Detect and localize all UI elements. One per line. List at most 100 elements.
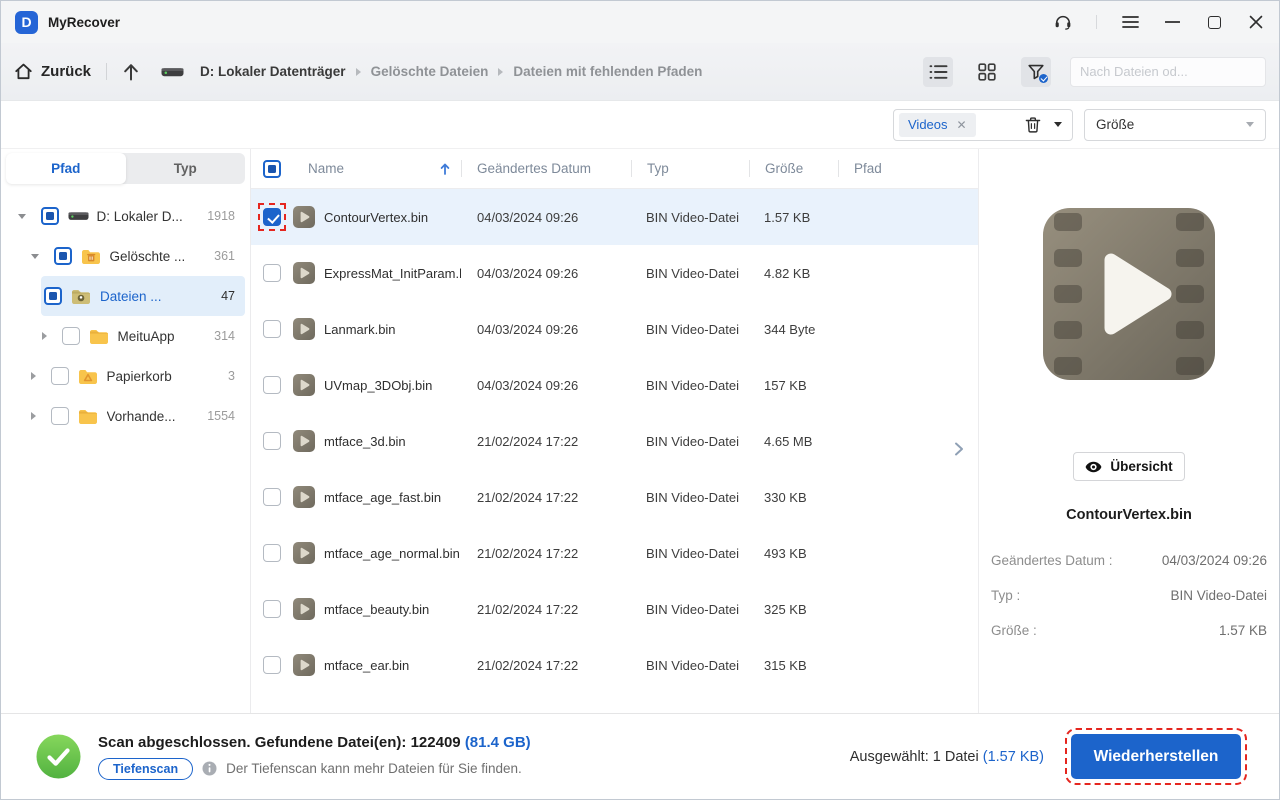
tree-checkbox[interactable] — [41, 207, 59, 225]
row-checkbox[interactable] — [263, 208, 281, 226]
table-row[interactable]: mtface_3d.bin 21/02/2024 17:22 BIN Video… — [251, 413, 978, 469]
back-button[interactable]: Zurück — [14, 62, 91, 81]
row-checkbox[interactable] — [263, 376, 281, 394]
chevron-down-icon[interactable] — [1054, 122, 1062, 127]
tab-pfad[interactable]: Pfad — [6, 153, 126, 184]
row-checkbox[interactable] — [263, 264, 281, 282]
remove-tag-icon[interactable]: ✕ — [957, 118, 967, 132]
tree-item[interactable]: Vorhande... 1554 — [6, 396, 245, 436]
deep-scan-hint: Der Tiefenscan kann mehr Dateien für Sie… — [226, 761, 522, 776]
tree-item-label: Papierkorb — [107, 369, 172, 384]
maximize-icon[interactable] — [1205, 13, 1223, 31]
tree-expand-arrow-icon[interactable] — [31, 412, 36, 420]
table-row[interactable]: Lanmark.bin 04/03/2024 09:26 BIN Video-D… — [251, 301, 978, 357]
tree-expand-arrow-icon[interactable] — [18, 214, 26, 219]
table-row[interactable]: mtface_beauty.bin 21/02/2024 17:22 BIN V… — [251, 581, 978, 637]
video-file-icon — [293, 262, 315, 284]
grid-view-button[interactable] — [972, 57, 1002, 87]
preview-collapse-toggle[interactable] — [950, 439, 968, 459]
column-header-type[interactable]: Typ — [631, 149, 749, 188]
file-type: BIN Video-Datei — [631, 210, 749, 225]
size-filter-select[interactable]: Größe — [1084, 109, 1266, 141]
row-checkbox[interactable] — [263, 544, 281, 562]
row-checkbox[interactable] — [263, 432, 281, 450]
column-header-size[interactable]: Größe — [749, 149, 838, 188]
status-bar: Scan abgeschlossen. Gefundene Datei(en):… — [1, 713, 1279, 799]
select-all-checkbox[interactable] — [263, 160, 281, 178]
up-level-button[interactable] — [122, 62, 140, 82]
file-size: 315 KB — [749, 658, 838, 673]
breadcrumb-segment[interactable]: Gelöschte Dateien — [371, 64, 489, 79]
sidebar-tabs: Pfad Typ — [6, 153, 245, 184]
file-table: Name Geändertes Datum Typ Größe Pfad Con… — [251, 149, 978, 713]
table-row[interactable]: mtface_age_fast.bin 21/02/2024 17:22 BIN… — [251, 469, 978, 525]
tree-checkbox[interactable] — [54, 247, 72, 265]
breadcrumb-chevron-icon — [356, 68, 361, 76]
grid-view-icon — [978, 63, 996, 81]
deep-scan-button[interactable]: Tiefenscan — [98, 758, 193, 780]
table-row[interactable]: mtface_ear.bin 21/02/2024 17:22 BIN Vide… — [251, 637, 978, 693]
menu-icon[interactable] — [1121, 13, 1139, 31]
file-size: 493 KB — [749, 546, 838, 561]
filter-button[interactable] — [1021, 57, 1051, 87]
preview-filename: ContourVertex.bin — [979, 507, 1279, 523]
row-checkbox[interactable] — [263, 656, 281, 674]
tree-node-icon — [71, 287, 92, 305]
preview-detail-row: Geändertes Datum :04/03/2024 09:26 — [979, 543, 1279, 578]
row-checkbox[interactable] — [263, 600, 281, 618]
tree-item[interactable]: MeituApp 314 — [6, 316, 245, 356]
tree-expand-arrow-icon[interactable] — [31, 372, 36, 380]
tab-typ[interactable]: Typ — [126, 153, 246, 184]
file-type: BIN Video-Datei — [631, 602, 749, 617]
type-filter-combo[interactable]: Videos ✕ — [893, 109, 1073, 141]
headset-support-icon[interactable] — [1054, 13, 1072, 31]
file-type: BIN Video-Datei — [631, 490, 749, 505]
file-type: BIN Video-Datei — [631, 322, 749, 337]
search-input[interactable] — [1080, 64, 1256, 79]
tree-item[interactable]: Papierkorb 3 — [6, 356, 245, 396]
file-type: BIN Video-Datei — [631, 546, 749, 561]
file-name: mtface_age_fast.bin — [324, 490, 441, 505]
drive-icon — [161, 63, 184, 81]
tree-expand-arrow-icon[interactable] — [42, 332, 47, 340]
breadcrumb-segment[interactable]: Dateien mit fehlenden Pfaden — [513, 64, 702, 79]
table-row[interactable]: mtface_age_normal.bin 21/02/2024 17:22 B… — [251, 525, 978, 581]
search-box[interactable] — [1070, 57, 1266, 87]
tree-node-icon — [68, 207, 89, 225]
close-icon[interactable] — [1247, 13, 1265, 31]
file-size: 4.82 KB — [749, 266, 838, 281]
column-header-name[interactable]: Name — [293, 149, 461, 188]
tree-node-icon — [78, 367, 99, 385]
app-title: MyRecover — [48, 15, 120, 30]
minimize-icon[interactable] — [1163, 13, 1181, 31]
table-row[interactable]: UVmap_3DObj.bin 04/03/2024 09:26 BIN Vid… — [251, 357, 978, 413]
table-row[interactable]: ExpressMat_InitParam.bin 04/03/2024 09:2… — [251, 245, 978, 301]
file-date: 21/02/2024 17:22 — [461, 434, 631, 449]
list-view-button[interactable] — [923, 57, 953, 87]
folder-tree: D: Lokaler D... 1918 Gelöschte ... 361 D… — [1, 196, 250, 436]
table-row[interactable]: ContourVertex.bin 04/03/2024 09:26 BIN V… — [251, 189, 978, 245]
tree-item[interactable]: D: Lokaler D... 1918 — [6, 196, 245, 236]
tree-checkbox[interactable] — [51, 367, 69, 385]
breadcrumb-root[interactable]: D: Lokaler Datenträger — [200, 64, 346, 79]
row-checkbox[interactable] — [263, 488, 281, 506]
file-name: ContourVertex.bin — [324, 210, 428, 225]
tree-expand-arrow-icon[interactable] — [31, 254, 39, 259]
titlebar-divider — [1096, 15, 1097, 29]
recover-button[interactable]: Wiederherstellen — [1071, 734, 1241, 779]
file-name: UVmap_3DObj.bin — [324, 378, 432, 393]
tree-checkbox[interactable] — [51, 407, 69, 425]
tree-checkbox[interactable] — [44, 287, 62, 305]
tree-item[interactable]: Dateien ... 47 — [41, 276, 245, 316]
trash-icon[interactable] — [1025, 116, 1041, 134]
tree-item[interactable]: Gelöschte ... 361 — [6, 236, 245, 276]
overview-button[interactable]: Übersicht — [1073, 452, 1185, 481]
tree-item-label: Vorhande... — [107, 409, 176, 424]
preview-detail-row: Größe :1.57 KB — [979, 613, 1279, 648]
file-name: ExpressMat_InitParam.bin — [324, 266, 461, 281]
column-header-date[interactable]: Geändertes Datum — [461, 149, 631, 188]
row-checkbox[interactable] — [263, 320, 281, 338]
file-name: mtface_ear.bin — [324, 658, 409, 673]
column-header-path[interactable]: Pfad — [838, 149, 978, 188]
tree-checkbox[interactable] — [62, 327, 80, 345]
